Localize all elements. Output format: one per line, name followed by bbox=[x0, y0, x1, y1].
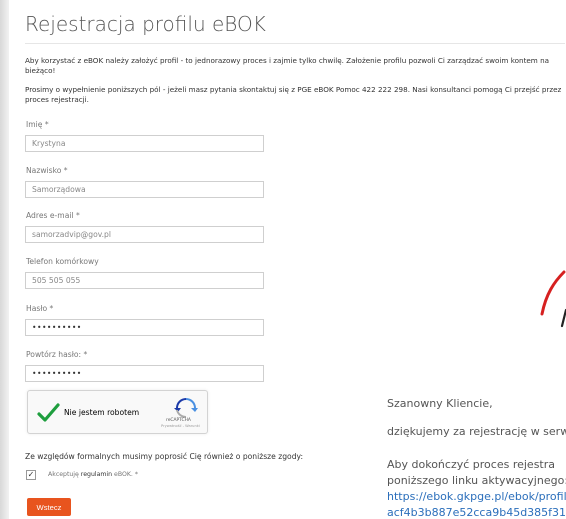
terms-consent-text: Akceptuję regulamin eBOK. * bbox=[48, 471, 138, 478]
email-body-line-2: poniższego linku aktywacyjnego: bbox=[387, 474, 566, 487]
terms-link[interactable]: regulamin bbox=[81, 471, 112, 478]
recaptcha-logo-icon bbox=[174, 398, 198, 418]
consent-suffix: eBOK. * bbox=[114, 471, 138, 478]
email-greeting: Szanowny Kliencie, bbox=[387, 397, 493, 410]
pge-swoosh-icon bbox=[540, 270, 566, 328]
repeat-password-label: Powtórz hasło: * bbox=[26, 350, 88, 359]
consent-prefix: Akceptuję bbox=[48, 471, 79, 478]
activation-link-line-1[interactable]: https://ebok.gkpge.pl/ebok/profil/ bbox=[387, 490, 566, 503]
last-name-label: Nazwisko * bbox=[26, 166, 68, 175]
title-divider bbox=[25, 43, 565, 44]
left-edge-shadow bbox=[0, 0, 9, 519]
first-name-label: Imię * bbox=[26, 120, 49, 129]
email-body-line-1: Aby dokończyć proces rejestra bbox=[387, 458, 555, 471]
phone-label: Telefon komórkowy bbox=[26, 257, 99, 266]
email-thanks: dziękujemy za rejestrację w serwi bbox=[387, 425, 566, 438]
back-button[interactable]: Wstecz bbox=[27, 498, 71, 516]
intro-text-2: Prosimy o wypełnienie poniższych pól - j… bbox=[25, 85, 562, 104]
activation-link-line-2[interactable]: acf4b3b887e52cca9b45d385f31a bbox=[387, 506, 566, 519]
password-label: Hasło * bbox=[26, 304, 54, 313]
checkmark-icon[interactable] bbox=[36, 401, 60, 425]
repeat-password-input[interactable]: •••••••••• bbox=[25, 365, 264, 382]
email-input[interactable]: samorzadvip@gov.pl bbox=[25, 226, 264, 243]
first-name-input[interactable]: Krystyna bbox=[25, 135, 264, 152]
password-input[interactable]: •••••••••• bbox=[25, 319, 264, 336]
email-preview: Szanowny Kliencie, dziękujemy za rejestr… bbox=[387, 380, 566, 519]
intro-text-1: Aby korzystać z eBOK należy założyć prof… bbox=[25, 56, 550, 75]
phone-input[interactable]: 505 505 055 bbox=[25, 272, 264, 289]
page-title: Rejestracja profilu eBOK bbox=[25, 12, 266, 36]
recaptcha-brand: reCAPTCHA bbox=[166, 418, 191, 423]
last-name-input[interactable]: Samorządowa bbox=[25, 181, 264, 198]
terms-checkbox[interactable]: ✓ bbox=[26, 470, 36, 480]
recaptcha-label: Nie jestem robotem bbox=[64, 408, 140, 417]
recaptcha-terms[interactable]: Prywatność - Warunki bbox=[161, 424, 200, 428]
email-label: Adres e-mail * bbox=[26, 211, 80, 220]
recaptcha-widget[interactable]: Nie jestem robotem reCAPTCHA Prywatność … bbox=[27, 390, 208, 434]
consent-heading: Ze względów formalnych musimy poprosić C… bbox=[25, 452, 304, 461]
